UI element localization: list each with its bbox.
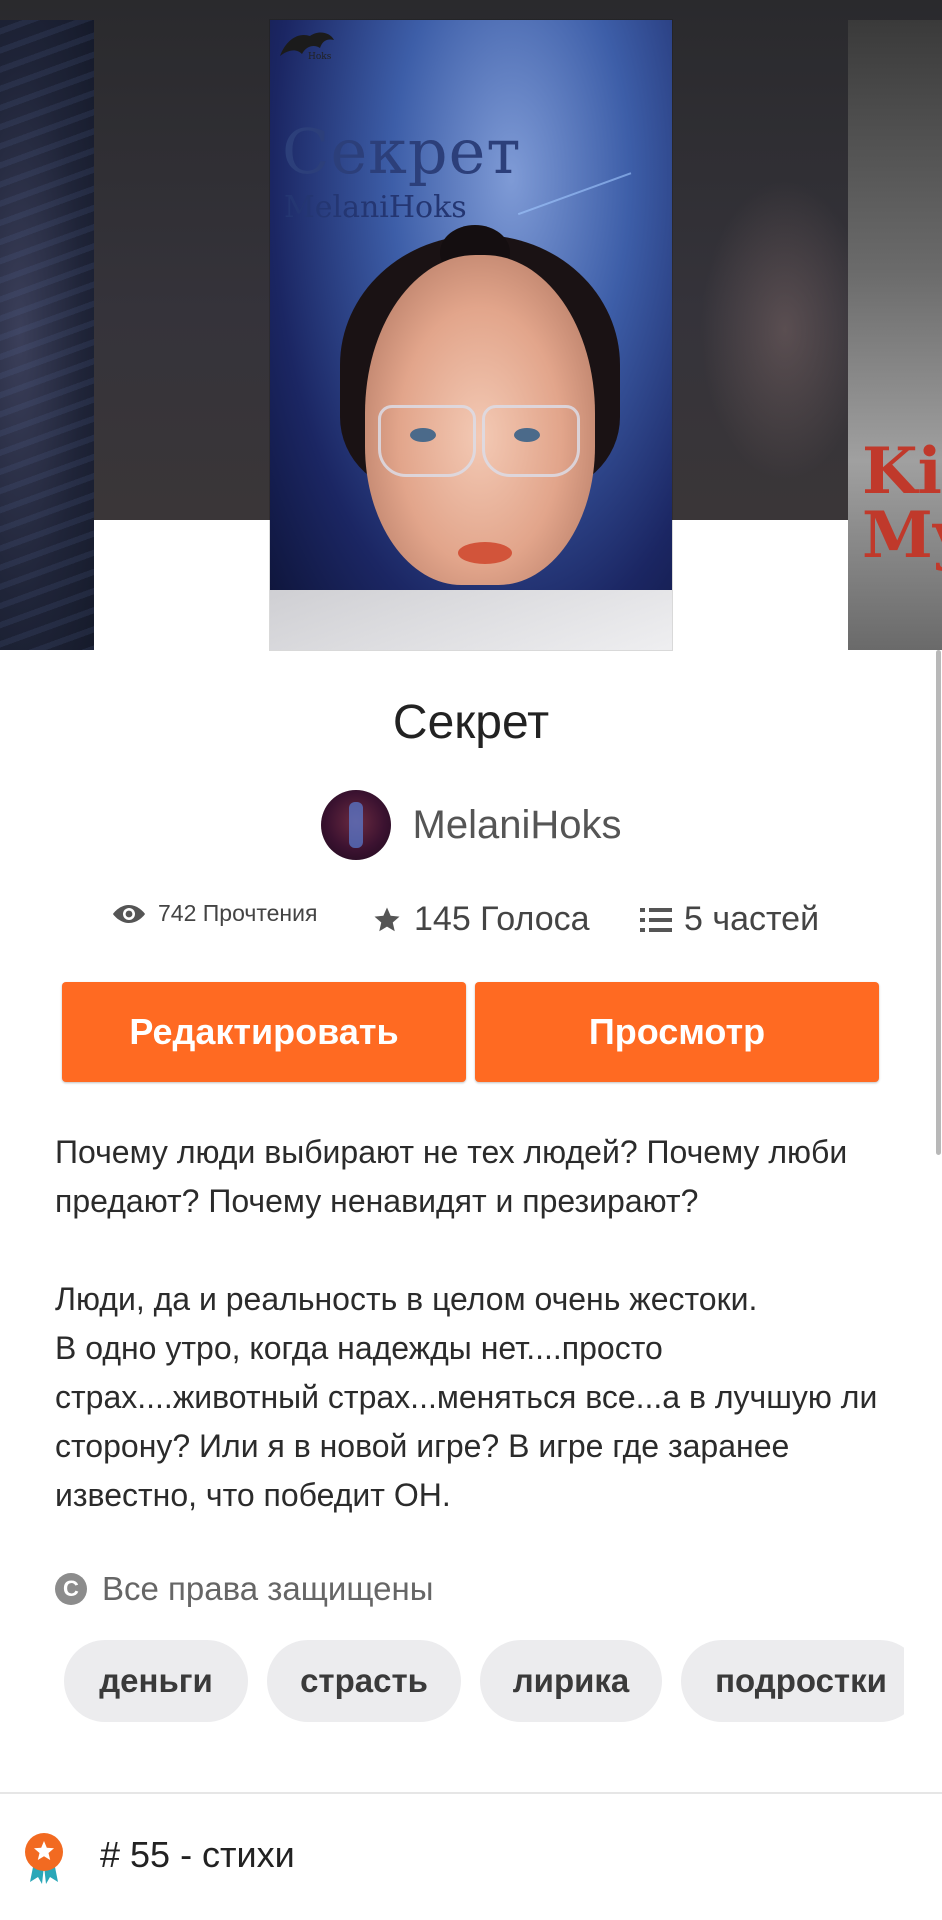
star-icon: [374, 907, 400, 931]
author-name[interactable]: MelaniHoks: [413, 803, 622, 848]
stat-parts[interactable]: 5 частей: [640, 900, 819, 939]
cover-current-story[interactable]: Hoks Секрет MelaniHoks: [270, 20, 672, 650]
cover-title-text: Секрет: [282, 115, 522, 188]
copyright-notice: C Все права защищены: [55, 1570, 433, 1608]
cover-carousel[interactable]: Hoks Секрет MelaniHoks Ki My: [0, 0, 942, 650]
tag-chip[interactable]: страсть: [267, 1640, 461, 1722]
story-description: Почему люди выбирают не тех людей? Почем…: [55, 1134, 878, 1513]
tag-chip[interactable]: деньги: [64, 1640, 248, 1722]
ranking-row[interactable]: # 55 - стихи: [0, 1794, 942, 1920]
cover-previous-story[interactable]: [0, 20, 94, 650]
stat-reads-label: 742 Прочтения: [158, 900, 318, 926]
tag-chip[interactable]: лирика: [480, 1640, 662, 1722]
stat-reads: 742 Прочтения: [112, 900, 317, 927]
cover-next-title-text: Ki My: [862, 434, 942, 573]
author-avatar[interactable]: [320, 790, 391, 860]
ranking-label[interactable]: # 55 - стихи: [100, 1834, 295, 1876]
edit-button[interactable]: Редактировать: [62, 982, 466, 1082]
preview-button[interactable]: Просмотр: [475, 982, 879, 1082]
stat-parts-label: 5 частей: [684, 900, 820, 938]
cover-next-story[interactable]: Ki My: [848, 20, 942, 650]
author-row[interactable]: MelaniHoks: [0, 790, 942, 860]
story-title: Секрет: [392, 696, 550, 749]
list-icon: [640, 907, 672, 932]
copyright-label: Все права защищены: [102, 1570, 434, 1607]
stat-votes-label: 145 Голоса: [414, 900, 590, 938]
cover-author-text: MelaniHoks: [284, 190, 467, 225]
tag-list[interactable]: деньги страсть лирика подростки: [64, 1640, 904, 1722]
stat-votes: 145 Голоса: [372, 900, 590, 939]
tag-chip[interactable]: подростки: [681, 1640, 904, 1722]
copyright-icon: C: [55, 1573, 87, 1605]
story-stats: 742 Прочтения 145 Голоса 5 частей: [0, 900, 942, 950]
ranking-badge-icon: [25, 1833, 63, 1884]
eye-icon: [113, 904, 145, 923]
